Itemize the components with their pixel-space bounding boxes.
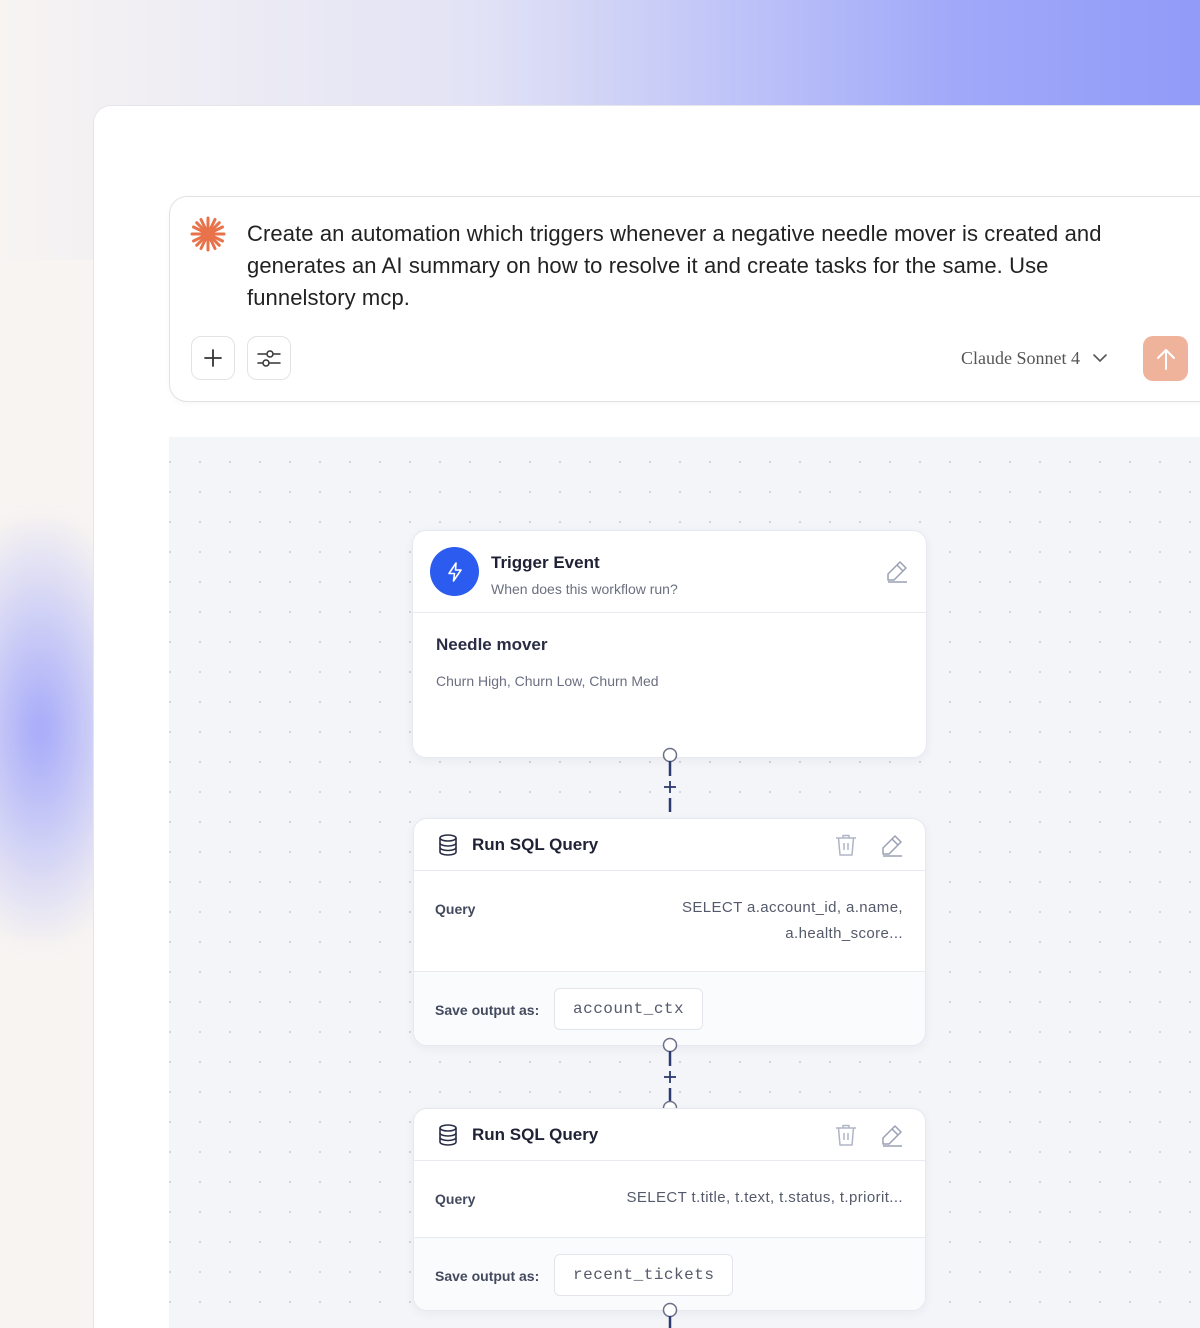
- database-icon: [439, 1124, 457, 1146]
- save-output-row: Save output as: account_ctx: [414, 971, 925, 1045]
- sql-query-node[interactable]: Run SQL Query Query SELECT a.account_id,…: [413, 818, 926, 1046]
- save-output-label: Save output as:: [435, 1268, 540, 1284]
- query-label: Query: [435, 1191, 476, 1207]
- add-button[interactable]: [191, 336, 235, 380]
- sparkle-icon: [190, 216, 226, 252]
- trigger-subtitle: When does this workflow run?: [491, 581, 678, 597]
- query-value: SELECT a.account_id, a.name, a.health_sc…: [682, 895, 903, 947]
- plus-icon: [204, 349, 222, 367]
- save-output-row: Save output as: recent_tickets: [414, 1237, 925, 1310]
- save-output-field[interactable]: account_ctx: [554, 988, 704, 1030]
- trigger-header: Trigger Event When does this workflow ru…: [413, 531, 926, 613]
- connector[interactable]: [660, 746, 680, 814]
- send-button[interactable]: [1143, 336, 1188, 381]
- edit-icon[interactable]: [885, 559, 909, 583]
- save-output-field[interactable]: recent_tickets: [554, 1254, 734, 1296]
- query-label: Query: [435, 901, 476, 917]
- database-icon: [439, 834, 457, 856]
- connector[interactable]: [660, 1301, 680, 1328]
- sql-node-header: Run SQL Query: [414, 819, 925, 871]
- trigger-event-values: Churn High, Churn Low, Churn Med: [436, 673, 659, 689]
- query-line: a.health_score...: [785, 925, 903, 942]
- edit-icon[interactable]: [880, 1123, 904, 1147]
- trash-icon[interactable]: [834, 833, 858, 857]
- trigger-node[interactable]: Trigger Event When does this workflow ru…: [412, 530, 927, 758]
- sql-query-node[interactable]: Run SQL Query Query SELECT t.title, t.te…: [413, 1108, 926, 1311]
- query-line: SELECT t.title, t.text, t.status, t.prio…: [626, 1189, 903, 1206]
- settings-button[interactable]: [247, 336, 291, 380]
- query-line: SELECT a.account_id, a.name,: [681, 899, 903, 916]
- sliders-icon: [257, 350, 281, 367]
- chevron-down-icon: [1093, 354, 1107, 363]
- sql-node-title: Run SQL Query: [472, 1125, 599, 1144]
- trigger-title: Trigger Event: [491, 553, 600, 572]
- query-value: SELECT t.title, t.text, t.status, t.prio…: [626, 1185, 903, 1211]
- arrow-up-icon: [1156, 348, 1175, 370]
- model-selector[interactable]: Claude Sonnet 4: [961, 344, 1108, 372]
- model-name: Claude Sonnet 4: [961, 347, 1080, 368]
- edit-icon[interactable]: [880, 833, 904, 857]
- sql-node-header: Run SQL Query: [414, 1109, 925, 1161]
- trigger-event-name: Needle mover: [436, 635, 548, 654]
- lightning-icon: [430, 547, 479, 596]
- save-output-label: Save output as:: [435, 1002, 540, 1018]
- sql-node-title: Run SQL Query: [472, 835, 599, 854]
- connector[interactable]: [660, 1036, 680, 1118]
- trash-icon[interactable]: [834, 1123, 858, 1147]
- prompt-text[interactable]: Create an automation which triggers when…: [247, 218, 1107, 314]
